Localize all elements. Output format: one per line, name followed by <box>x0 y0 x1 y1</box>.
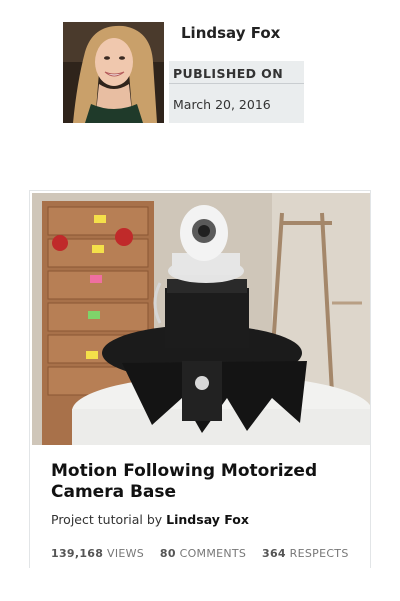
comments-label: COMMENTS <box>179 547 247 560</box>
author-avatar[interactable] <box>63 22 164 123</box>
byline-prefix: Project tutorial by <box>51 512 163 527</box>
published-label: PUBLISHED ON <box>173 66 284 81</box>
project-byline: Project tutorial by Lindsay Fox <box>51 512 249 527</box>
byline-author-link[interactable]: Lindsay Fox <box>166 512 249 527</box>
comments-stat[interactable]: 80 COMMENTS <box>160 547 246 560</box>
respects-stat[interactable]: 364 RESPECTS <box>262 547 349 560</box>
project-stats: 139,168 VIEWS 80 COMMENTS 364 RESPECTS <box>51 547 361 560</box>
author-name[interactable]: Lindsay Fox <box>181 24 280 42</box>
comments-count: 80 <box>159 547 176 560</box>
published-divider <box>169 83 304 84</box>
author-block: Lindsay Fox PUBLISHED ON March 20, 2016 <box>63 22 304 123</box>
project-cover-image[interactable] <box>32 193 370 445</box>
views-label: VIEWS <box>107 547 145 560</box>
respects-label: RESPECTS <box>289 547 349 560</box>
published-date: March 20, 2016 <box>173 97 271 112</box>
respects-count: 364 <box>262 547 286 560</box>
project-card[interactable]: Motion Following Motorized Camera Base P… <box>29 190 371 568</box>
views-stat: 139,168 VIEWS <box>51 547 144 560</box>
views-count: 139,168 <box>51 547 104 560</box>
project-title[interactable]: Motion Following Motorized Camera Base <box>51 461 351 503</box>
published-info: PUBLISHED ON March 20, 2016 <box>169 61 304 123</box>
